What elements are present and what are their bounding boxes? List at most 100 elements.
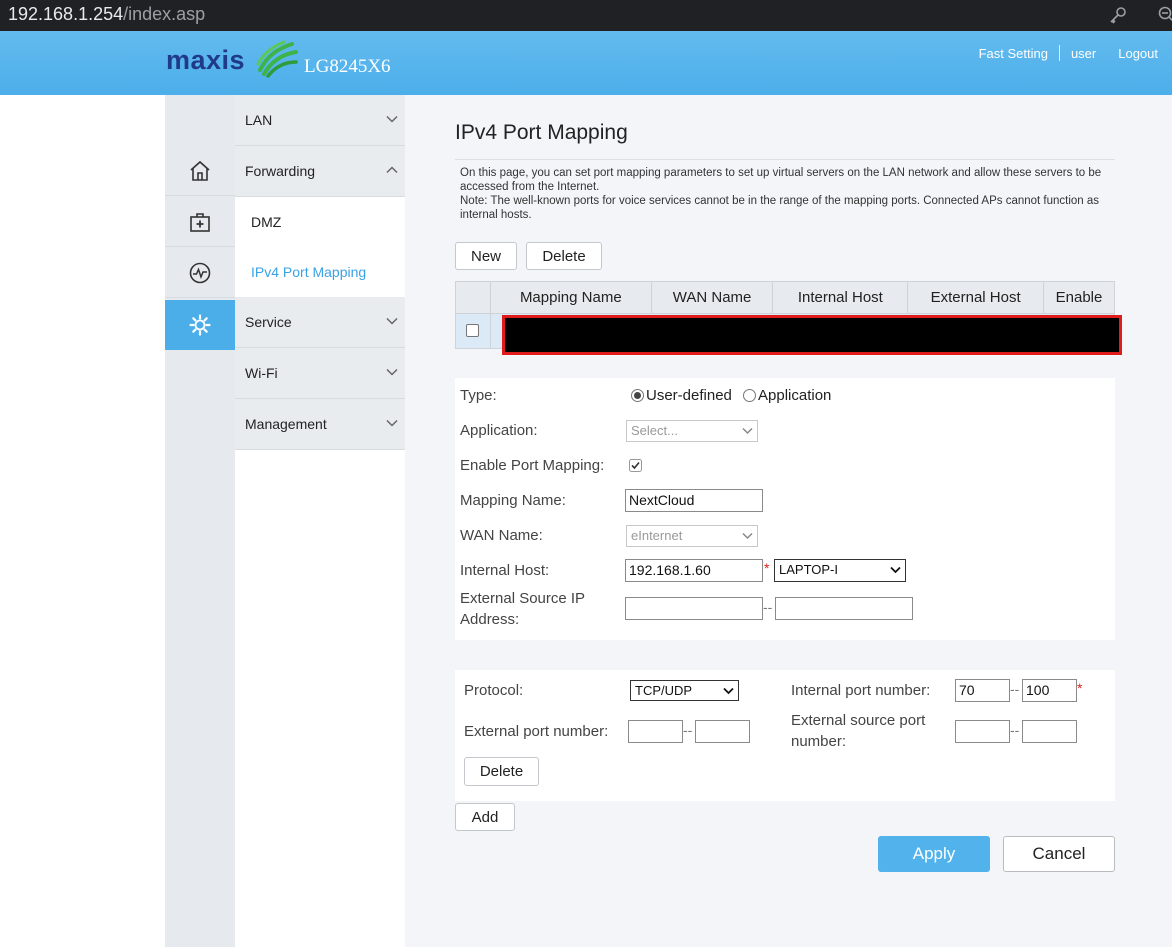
external-port-start-input[interactable] [628, 720, 683, 743]
column-header: Mapping Name [489, 281, 652, 314]
user-link[interactable]: user [1060, 46, 1107, 61]
menu-lan[interactable]: LAN [235, 95, 405, 146]
menu-dmz[interactable]: DMZ [235, 197, 405, 247]
fast-setting-link[interactable]: Fast Setting [968, 46, 1059, 61]
mapping-name-input[interactable]: NextCloud [625, 489, 763, 512]
home-icon [190, 160, 210, 181]
wan-name-select[interactable]: eInternet [626, 525, 758, 547]
external-source-port-start-input[interactable] [955, 720, 1010, 743]
protocol-select-value: TCP/UDP [635, 683, 693, 698]
rail-status[interactable] [165, 248, 235, 298]
external-port-label: External port number: [464, 723, 609, 740]
external-source-ip-end-input[interactable] [775, 597, 913, 620]
range-dash: -- [763, 599, 773, 615]
brand-logo: maxis [166, 45, 246, 75]
menu-forwarding[interactable]: Forwarding [235, 146, 405, 197]
chevron-down-icon [742, 532, 753, 540]
external-source-ip-start-input[interactable] [625, 597, 763, 620]
url-host: 192.168.1.254 [8, 4, 124, 24]
category-rail [165, 95, 242, 947]
row-checkbox[interactable] [466, 324, 480, 338]
mapping-form: Type: User-defined Application Applicati… [455, 378, 1115, 640]
url-text[interactable]: 192.168.1.254/index.asp [8, 4, 205, 25]
menu-lan-label: LAN [245, 112, 273, 128]
required-marker: * [1077, 680, 1083, 696]
chevron-down-icon [386, 115, 398, 123]
column-header: External Host [907, 281, 1045, 314]
internal-host-input[interactable]: 192.168.1.60 [625, 559, 763, 582]
top-links: Fast Setting user Logout [968, 45, 1158, 61]
chevron-down-icon [742, 427, 753, 435]
row-select-cell [455, 313, 491, 349]
enable-port-mapping-checkbox[interactable] [629, 459, 642, 472]
menu-management[interactable]: Management [235, 399, 405, 450]
redacted-row-content [502, 315, 1122, 355]
device-model: LG8245X6 [304, 56, 391, 77]
menu-service[interactable]: Service [235, 297, 405, 348]
protocol-select[interactable]: TCP/UDP [630, 680, 739, 701]
menu-service-label: Service [245, 314, 292, 330]
type-label: Type: [460, 387, 497, 404]
new-button[interactable]: New [455, 242, 517, 270]
chevron-down-icon [386, 317, 398, 325]
application-select-value: Select... [631, 423, 678, 438]
menu-ipv4-port-mapping[interactable]: IPv4 Port Mapping [235, 247, 405, 297]
gear-icon [189, 314, 211, 336]
page-description: On this page, you can set port mapping p… [460, 166, 1120, 222]
external-port-end-input[interactable] [695, 720, 750, 743]
chevron-down-icon [890, 566, 901, 574]
menu-wifi[interactable]: Wi-Fi [235, 348, 405, 399]
internal-host-label: Internal Host: [460, 562, 550, 579]
side-menu: LAN Forwarding DMZ IPv4 Port Mapping Ser… [235, 95, 405, 450]
firstaid-icon [190, 212, 210, 232]
logout-link[interactable]: Logout [1107, 46, 1158, 61]
internal-port-label: Internal port number: [791, 682, 931, 699]
cancel-button[interactable]: Cancel [1003, 836, 1115, 872]
enable-port-mapping-label: Enable Port Mapping: [460, 457, 605, 474]
range-dash: -- [1010, 722, 1020, 738]
column-header: WAN Name [650, 281, 774, 314]
internal-host-select-value: LAPTOP-I [779, 562, 839, 577]
internal-port-end-input[interactable]: 100 [1022, 679, 1077, 702]
menu-blank-area [235, 450, 405, 947]
external-source-ip-label-line2: Address: [460, 611, 520, 628]
external-source-port-end-input[interactable] [1022, 720, 1077, 743]
apply-button[interactable]: Apply [878, 836, 990, 872]
delete-button[interactable]: Delete [526, 242, 602, 270]
external-source-port-label-line2: number: [791, 733, 847, 750]
delete-port-button[interactable]: Delete [464, 757, 539, 786]
rail-diagnostics[interactable] [165, 197, 235, 247]
browser-address-bar[interactable]: 192.168.1.254/index.asp [0, 0, 1172, 31]
key-icon[interactable] [1108, 5, 1128, 25]
internal-host-select[interactable]: LAPTOP-I [774, 559, 906, 582]
protocol-label: Protocol: [464, 682, 524, 699]
brand-swirl-icon [256, 40, 298, 78]
application-select[interactable]: Select... [626, 420, 758, 442]
add-port-button[interactable]: Add [455, 803, 515, 831]
description-text: On this page, you can set port mapping p… [460, 167, 1102, 193]
internal-port-start-input[interactable]: 70 [955, 679, 1010, 702]
menu-wifi-label: Wi-Fi [245, 365, 278, 381]
type-application-label: Application [758, 387, 832, 404]
port-config-panel: Protocol: TCP/UDP Internal port number: … [455, 670, 1115, 801]
mapping-name-label: Mapping Name: [460, 492, 566, 509]
select-column-header [455, 281, 491, 314]
application-label: Application: [460, 422, 538, 439]
type-application-radio[interactable] [743, 389, 756, 402]
menu-management-label: Management [245, 416, 327, 432]
menu-forwarding-label: Forwarding [245, 163, 316, 179]
type-user-defined-radio[interactable] [631, 389, 644, 402]
pulse-icon [189, 262, 211, 283]
external-source-ip-label-line1: External Source IP [460, 590, 586, 607]
rail-home[interactable] [165, 146, 235, 196]
range-dash: -- [1010, 681, 1020, 697]
external-source-port-label-line1: External source port [791, 712, 926, 729]
zoom-icon[interactable] [1156, 5, 1172, 25]
range-dash: -- [683, 722, 693, 738]
description-note: Note: The well-known ports for voice ser… [460, 195, 1100, 221]
main-content: IPv4 Port Mapping On this page, you can … [405, 95, 1172, 947]
chevron-down-icon [723, 687, 734, 695]
router-header: maxis LG8245X6 Fast Setting user Logout [0, 31, 1172, 95]
rail-advanced[interactable] [165, 300, 242, 350]
required-marker: * [764, 560, 770, 576]
